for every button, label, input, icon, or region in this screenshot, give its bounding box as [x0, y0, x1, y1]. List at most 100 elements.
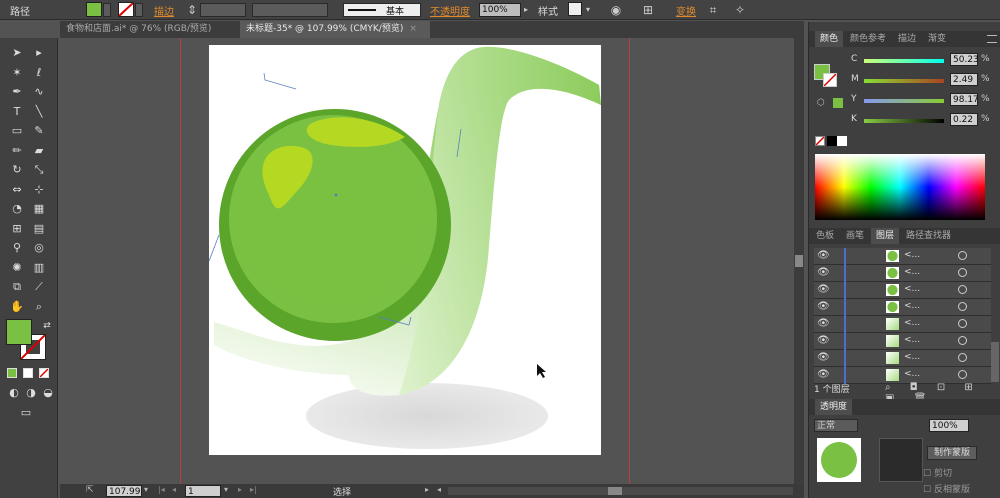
gradient-tool-icon[interactable]: ▤ — [30, 220, 48, 238]
channel-value[interactable]: 50.23 — [950, 53, 979, 66]
eye-icon[interactable]: 👁 — [817, 352, 830, 363]
layer-row[interactable]: 👁 <... — [814, 265, 991, 282]
artwork[interactable] — [208, 45, 601, 455]
layer-row[interactable]: 👁 <... — [814, 350, 991, 367]
artboard[interactable] — [208, 45, 601, 455]
artboard-tool-icon[interactable]: ⧉ — [8, 278, 26, 296]
slider-row-c[interactable]: C 50.23% — [809, 52, 1000, 70]
rotate-tool-icon[interactable]: ↻ — [8, 161, 26, 179]
layer-name[interactable]: <... — [904, 267, 920, 277]
close-icon[interactable]: × — [409, 24, 417, 34]
last-artboard-icon[interactable]: ▸| — [250, 485, 257, 494]
rectangle-tool-icon[interactable]: ▭ — [8, 122, 26, 140]
layer-row[interactable]: 👁 <... — [814, 299, 991, 316]
column-graph-tool-icon[interactable]: ▥ — [30, 259, 48, 277]
layers-scrollbar[interactable] — [991, 342, 999, 382]
target-icon[interactable] — [958, 370, 967, 379]
tab-pathfinder[interactable]: 路径查找器 — [901, 228, 956, 244]
draw-behind-icon[interactable]: ◑ — [22, 384, 40, 402]
color-mode-icon[interactable] — [7, 368, 17, 378]
white-swatch[interactable] — [837, 136, 847, 146]
layer-name[interactable]: <... — [904, 301, 920, 311]
stroke-swatch[interactable] — [118, 2, 134, 17]
zoom-tool-icon[interactable]: ⌕ — [30, 298, 48, 316]
drop-shadow[interactable] — [306, 383, 548, 449]
horizontal-scrollbar[interactable] — [448, 487, 793, 495]
tab-color-guide[interactable]: 颜色参考 — [845, 31, 891, 47]
variable-width-dropdown[interactable] — [252, 3, 328, 17]
style-dropdown-icon[interactable]: ▾ — [583, 2, 593, 18]
none-mode-icon[interactable] — [39, 368, 49, 378]
target-icon[interactable] — [958, 302, 967, 311]
eye-icon[interactable]: 👁 — [817, 301, 830, 312]
symbol-sprayer-tool-icon[interactable]: ✺ — [8, 259, 26, 277]
tab-transparency[interactable]: 透明度 — [815, 399, 853, 415]
tab-stroke[interactable]: 描边 — [893, 31, 921, 47]
paintbrush-tool-icon[interactable]: ✎ — [30, 122, 48, 140]
brush-profile-dropdown[interactable]: 基本 — [343, 3, 421, 17]
zoom-field[interactable]: 107.99 — [106, 485, 142, 497]
tab-layers[interactable]: 图层 — [871, 228, 900, 244]
blend-mode-dropdown[interactable]: 正常 — [814, 419, 858, 432]
selection-tool-icon[interactable]: ➤ — [8, 44, 26, 62]
black-swatch[interactable] — [827, 136, 837, 146]
slider-row-k[interactable]: K 0.22% — [809, 112, 1000, 130]
shape-builder-tool-icon[interactable]: ◔ — [8, 200, 26, 218]
layer-row[interactable]: 👁 <... — [814, 282, 991, 299]
swap-colors-icon[interactable]: ⇄ — [38, 317, 56, 335]
panel-menu-icon[interactable] — [987, 35, 997, 43]
artboard-field[interactable]: 1 — [185, 485, 221, 497]
stroke-dropdown[interactable] — [135, 3, 143, 17]
layer-row[interactable]: 👁 <... — [814, 248, 991, 265]
channel-slider[interactable] — [864, 79, 944, 83]
path-handle-1[interactable] — [263, 72, 297, 90]
tab-untitled-35[interactable]: 未标题-35* @ 107.99% (CMYK/预览) × — [240, 21, 430, 38]
clip-checkbox[interactable]: ☐ 剪切 — [923, 466, 952, 479]
free-transform-tool-icon[interactable]: ⊹ — [30, 181, 48, 199]
channel-value[interactable]: 98.17 — [950, 93, 979, 106]
artboard-dropdown-icon[interactable]: ▾ — [224, 485, 228, 494]
target-icon[interactable] — [958, 319, 967, 328]
magic-wand-tool-icon[interactable]: ✶ — [8, 64, 26, 82]
pen-tool-icon[interactable]: ✒ — [8, 83, 26, 101]
eye-icon[interactable]: 👁 — [817, 335, 830, 346]
tab-swatches[interactable]: 色板 — [811, 228, 839, 244]
channel-slider[interactable] — [864, 99, 944, 103]
mesh-tool-icon[interactable]: ⊞ — [8, 220, 26, 238]
target-icon[interactable] — [958, 285, 967, 294]
screen-mode-icon[interactable]: ▭ — [17, 404, 35, 422]
channel-value[interactable]: 2.49 — [950, 73, 978, 86]
fill-dropdown[interactable] — [103, 3, 111, 17]
lasso-tool-icon[interactable]: ℓ — [30, 64, 48, 82]
transform-label[interactable]: 变换 — [676, 3, 696, 18]
prev-artboard-icon[interactable]: ◂ — [172, 485, 176, 494]
fill-color-front[interactable] — [6, 319, 32, 345]
stroke-weight-dropdown[interactable] — [200, 3, 246, 17]
artboard-nav-icon[interactable]: ⇱ — [86, 485, 94, 495]
tab-food-shop[interactable]: 食物和店面.ai* @ 76% (RGB/预览) — [60, 21, 238, 38]
make-mask-button[interactable]: 制作蒙版 — [927, 446, 977, 460]
eye-icon[interactable]: 👁 — [817, 369, 830, 380]
object-thumbnail[interactable] — [817, 438, 861, 482]
draw-inside-icon[interactable]: ◒ — [39, 384, 57, 402]
anchor-point[interactable] — [334, 193, 338, 197]
opacity-label[interactable]: 不透明度 — [430, 3, 470, 18]
layer-name[interactable]: <... — [904, 318, 920, 328]
layer-name[interactable]: <... — [904, 284, 920, 294]
fill-swatch[interactable] — [86, 2, 102, 17]
scroll-thumb[interactable] — [795, 255, 803, 267]
next-artboard-icon[interactable]: ▸ — [238, 485, 242, 494]
layer-row[interactable]: 👁 <... — [814, 316, 991, 333]
slider-row-m[interactable]: M 2.49% — [809, 72, 1000, 90]
ball-inner[interactable] — [240, 123, 420, 303]
eye-icon[interactable]: 👁 — [817, 267, 830, 278]
first-artboard-icon[interactable]: |◂ — [158, 485, 165, 494]
recolor-icon[interactable]: ◉ — [608, 2, 624, 18]
zoom-dropdown-icon[interactable]: ▾ — [144, 485, 148, 494]
type-tool-icon[interactable]: T — [8, 103, 26, 121]
draw-normal-icon[interactable]: ◐ — [5, 384, 23, 402]
gradient-mode-icon[interactable] — [23, 368, 33, 378]
hscroll-thumb[interactable] — [608, 487, 622, 495]
tab-color[interactable]: 颜色 — [815, 31, 844, 47]
layer-name[interactable]: <... — [904, 335, 920, 345]
